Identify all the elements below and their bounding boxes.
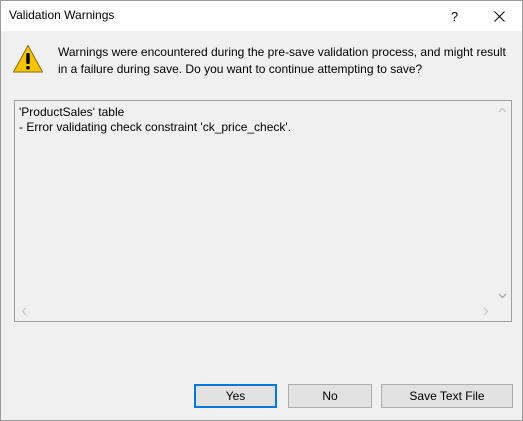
window-title: Validation Warnings: [9, 8, 115, 22]
help-button[interactable]: ?: [432, 1, 477, 31]
scroll-left-arrow[interactable]: [15, 303, 32, 320]
validation-warnings-dialog: Validation Warnings ? Warnings were enco…: [0, 0, 523, 421]
details-line: 'ProductSales' table: [19, 105, 125, 119]
help-icon: ?: [450, 8, 459, 24]
chevron-right-icon: [483, 307, 488, 316]
scroll-corner: [494, 303, 511, 321]
chevron-up-icon: [498, 107, 507, 112]
horizontal-scrollbar[interactable]: [15, 303, 494, 321]
close-button[interactable]: [477, 1, 522, 31]
details-textbox[interactable]: 'ProductSales' table - Error validating …: [14, 100, 512, 322]
warning-icon: [13, 45, 43, 73]
close-icon: [494, 10, 505, 22]
no-button[interactable]: No: [288, 384, 372, 408]
warning-message-line-1: Warnings were encountered during the pre…: [58, 45, 506, 59]
scroll-down-arrow[interactable]: [494, 287, 511, 304]
details-content: 'ProductSales' table - Error validating …: [19, 105, 493, 135]
vertical-scrollbar[interactable]: [494, 101, 511, 304]
scroll-up-arrow[interactable]: [494, 101, 511, 118]
scroll-right-arrow[interactable]: [477, 303, 494, 320]
chevron-left-icon: [21, 307, 26, 316]
save-text-file-button[interactable]: Save Text File: [381, 384, 513, 408]
title-bar[interactable]: Validation Warnings ?: [1, 1, 522, 31]
chevron-down-icon: [498, 293, 507, 298]
warning-message-line-2: in a failure during save. Do you want to…: [58, 62, 423, 76]
details-line: - Error validating check constraint 'ck_…: [19, 120, 292, 134]
warning-message: Warnings were encountered during the pre…: [58, 44, 518, 78]
yes-button[interactable]: Yes: [194, 384, 277, 408]
